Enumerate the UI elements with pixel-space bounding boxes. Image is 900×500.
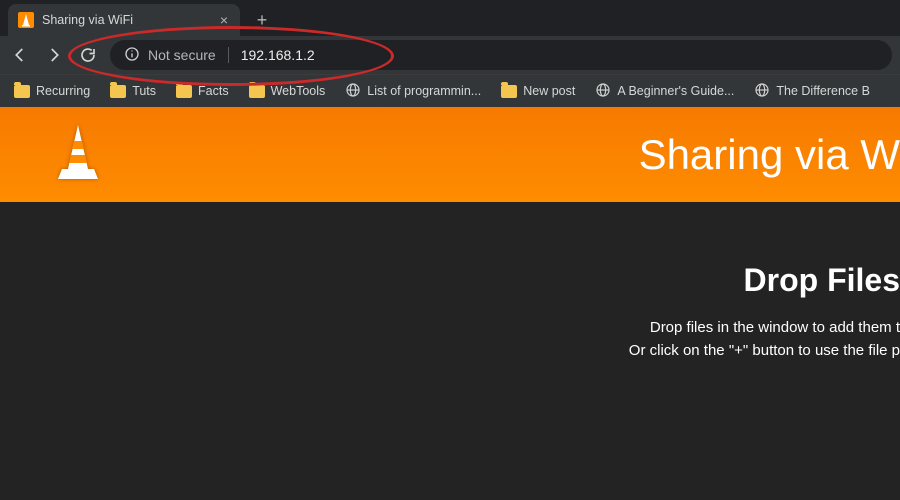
bookmark-item[interactable]: New post [493,80,583,102]
bookmark-label: Tuts [132,84,156,98]
drop-line-2: Or click on the "+" button to use the fi… [629,342,900,359]
bookmark-label: Recurring [36,84,90,98]
tab-title: Sharing via WiFi [42,13,212,27]
folder-icon [14,85,30,98]
bookmark-item[interactable]: WebTools [241,80,334,102]
bookmark-item[interactable]: A Beginner's Guide... [587,78,742,105]
url-text: 192.168.1.2 [241,47,315,63]
drop-line-1: Drop files in the window to add them t [650,319,900,336]
bookmark-label: A Beginner's Guide... [617,84,734,98]
back-button[interactable] [8,43,32,67]
bookmark-label: Facts [198,84,229,98]
page-header: Sharing via W [0,107,900,202]
bookmark-item[interactable]: Tuts [102,80,164,102]
folder-icon [249,85,265,98]
vlc-cone-icon [54,123,102,186]
bookmark-item[interactable]: Facts [168,80,237,102]
close-icon[interactable]: × [220,12,228,28]
vertical-divider [228,47,229,63]
folder-icon [176,85,192,98]
bookmark-label: The Difference B [776,84,870,98]
info-icon [124,46,140,65]
globe-icon [754,82,770,101]
browser-tab-active[interactable]: Sharing via WiFi × [8,4,240,36]
browser-tabstrip: Sharing via WiFi × + [0,0,900,36]
bookmark-label: New post [523,84,575,98]
bookmark-label: List of programmin... [367,84,481,98]
globe-icon [595,82,611,101]
drop-zone[interactable]: Drop Files Drop files in the window to a… [0,202,900,500]
reload-button[interactable] [76,43,100,67]
security-status: Not secure [148,47,216,63]
bookmark-label: WebTools [271,84,326,98]
globe-icon [345,82,361,101]
folder-icon [110,85,126,98]
bookmarks-bar: Recurring Tuts Facts WebTools List of pr… [0,74,900,107]
vlc-cone-icon [18,12,34,28]
new-tab-button[interactable]: + [248,6,276,34]
page-viewport: Sharing via W Drop Files Drop files in t… [0,107,900,500]
page-title: Sharing via W [639,131,900,179]
folder-icon [501,85,517,98]
forward-button[interactable] [42,43,66,67]
browser-toolbar: Not secure 192.168.1.2 [0,36,900,74]
bookmark-item[interactable]: The Difference B [746,78,878,105]
drop-instructions: Drop files in the window to add them t O… [0,317,900,362]
address-bar[interactable]: Not secure 192.168.1.2 [110,40,892,70]
drop-heading: Drop Files [0,262,900,299]
bookmark-item[interactable]: List of programmin... [337,78,489,105]
bookmark-item[interactable]: Recurring [6,80,98,102]
